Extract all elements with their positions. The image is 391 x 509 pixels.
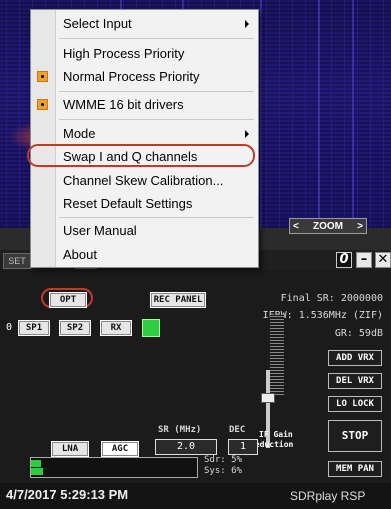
- menu-item-label: High Process Priority: [63, 46, 185, 61]
- stop-button[interactable]: STOP: [328, 420, 382, 452]
- sr-label: SR (MHz): [158, 425, 202, 435]
- if-gain-label: IF Gain: [259, 430, 293, 439]
- zoom-label: ZOOM: [313, 220, 343, 232]
- menu-item-reset-defaults[interactable]: Reset Default Settings: [31, 192, 258, 216]
- gain-reduction-text: GR: 59dB: [334, 328, 383, 339]
- datetime-text: 4/7/2017 5:29:13 PM: [6, 487, 129, 502]
- menu-separator: [59, 91, 254, 92]
- menu-separator: [59, 217, 254, 218]
- menu-item-label: Mode: [63, 126, 96, 141]
- zoom-in-button[interactable]: >: [357, 221, 363, 232]
- submenu-arrow-icon: [245, 130, 249, 138]
- swap-iq-highlight: [27, 144, 255, 167]
- sp1-button[interactable]: SP1: [18, 320, 50, 336]
- final-sr-text: Final SR: 2000000: [280, 293, 383, 304]
- minimize-button[interactable]: –: [356, 252, 372, 268]
- menu-item-about[interactable]: About: [31, 243, 258, 267]
- dec-label: DEC: [229, 425, 246, 435]
- set-button[interactable]: SET: [3, 253, 31, 269]
- display-digit: 0: [336, 252, 352, 268]
- menu-item-label: About: [63, 247, 97, 262]
- sr-value[interactable]: 2.0: [155, 439, 217, 455]
- sys-load-text: Sys: 6%: [204, 466, 242, 476]
- rx-status-indicator: [142, 319, 160, 337]
- menu-item-mode[interactable]: Mode: [31, 122, 258, 146]
- menu-item-label: Normal Process Priority: [63, 69, 200, 84]
- menu-item-user-manual[interactable]: User Manual: [31, 219, 258, 243]
- submenu-arrow-icon: [245, 20, 249, 28]
- menu-separator: [59, 38, 254, 39]
- menu-item-label: Channel Skew Calibration...: [63, 173, 224, 188]
- rx-index: 0: [6, 322, 13, 333]
- close-button[interactable]: ✕: [375, 252, 391, 268]
- rec-panel-button[interactable]: REC PANEL: [150, 292, 206, 308]
- zoom-control[interactable]: < ZOOM >: [289, 218, 367, 234]
- menu-item-high-priority[interactable]: High Process Priority: [31, 42, 258, 66]
- cpu-meter: [30, 457, 198, 478]
- sys-load-bar: [31, 468, 43, 475]
- lna-button[interactable]: LNA: [51, 441, 89, 457]
- sp2-button[interactable]: SP2: [59, 320, 91, 336]
- lo-lock-button[interactable]: LO LOCK: [328, 396, 382, 412]
- if-gain-slider-thumb[interactable]: [261, 393, 275, 403]
- dec-value[interactable]: 1: [228, 439, 258, 455]
- device-name: SDRplay RSP: [290, 489, 366, 503]
- radio-selected-icon: [37, 99, 48, 110]
- agc-button[interactable]: AGC: [101, 441, 139, 457]
- menu-item-label: User Manual: [63, 223, 137, 238]
- menu-item-label: Reset Default Settings: [63, 196, 193, 211]
- if-gain-scale: [270, 315, 284, 395]
- menu-item-label: Select Input: [63, 16, 132, 31]
- add-vrx-button[interactable]: ADD VRX: [328, 350, 382, 366]
- radio-selected-icon: [37, 71, 48, 82]
- del-vrx-button[interactable]: DEL VRX: [328, 373, 382, 389]
- mem-pan-button[interactable]: MEM PAN: [328, 461, 382, 477]
- menu-item-channel-skew[interactable]: Channel Skew Calibration...: [31, 169, 258, 193]
- context-menu: Select Input High Process Priority Norma…: [30, 9, 259, 268]
- menu-item-select-input[interactable]: Select Input: [31, 12, 258, 36]
- menu-item-normal-priority[interactable]: Normal Process Priority: [31, 65, 258, 89]
- sdr-load-bar: [31, 460, 41, 467]
- menu-item-label: WMME 16 bit drivers: [63, 97, 184, 112]
- menu-separator: [59, 119, 254, 120]
- menu-item-wmme-drivers[interactable]: WMME 16 bit drivers: [31, 93, 258, 117]
- opt-button[interactable]: OPT: [49, 292, 87, 308]
- rx-button[interactable]: RX: [100, 320, 132, 336]
- zoom-out-button[interactable]: <: [293, 221, 299, 232]
- sdr-load-text: Sdr: 5%: [204, 455, 242, 465]
